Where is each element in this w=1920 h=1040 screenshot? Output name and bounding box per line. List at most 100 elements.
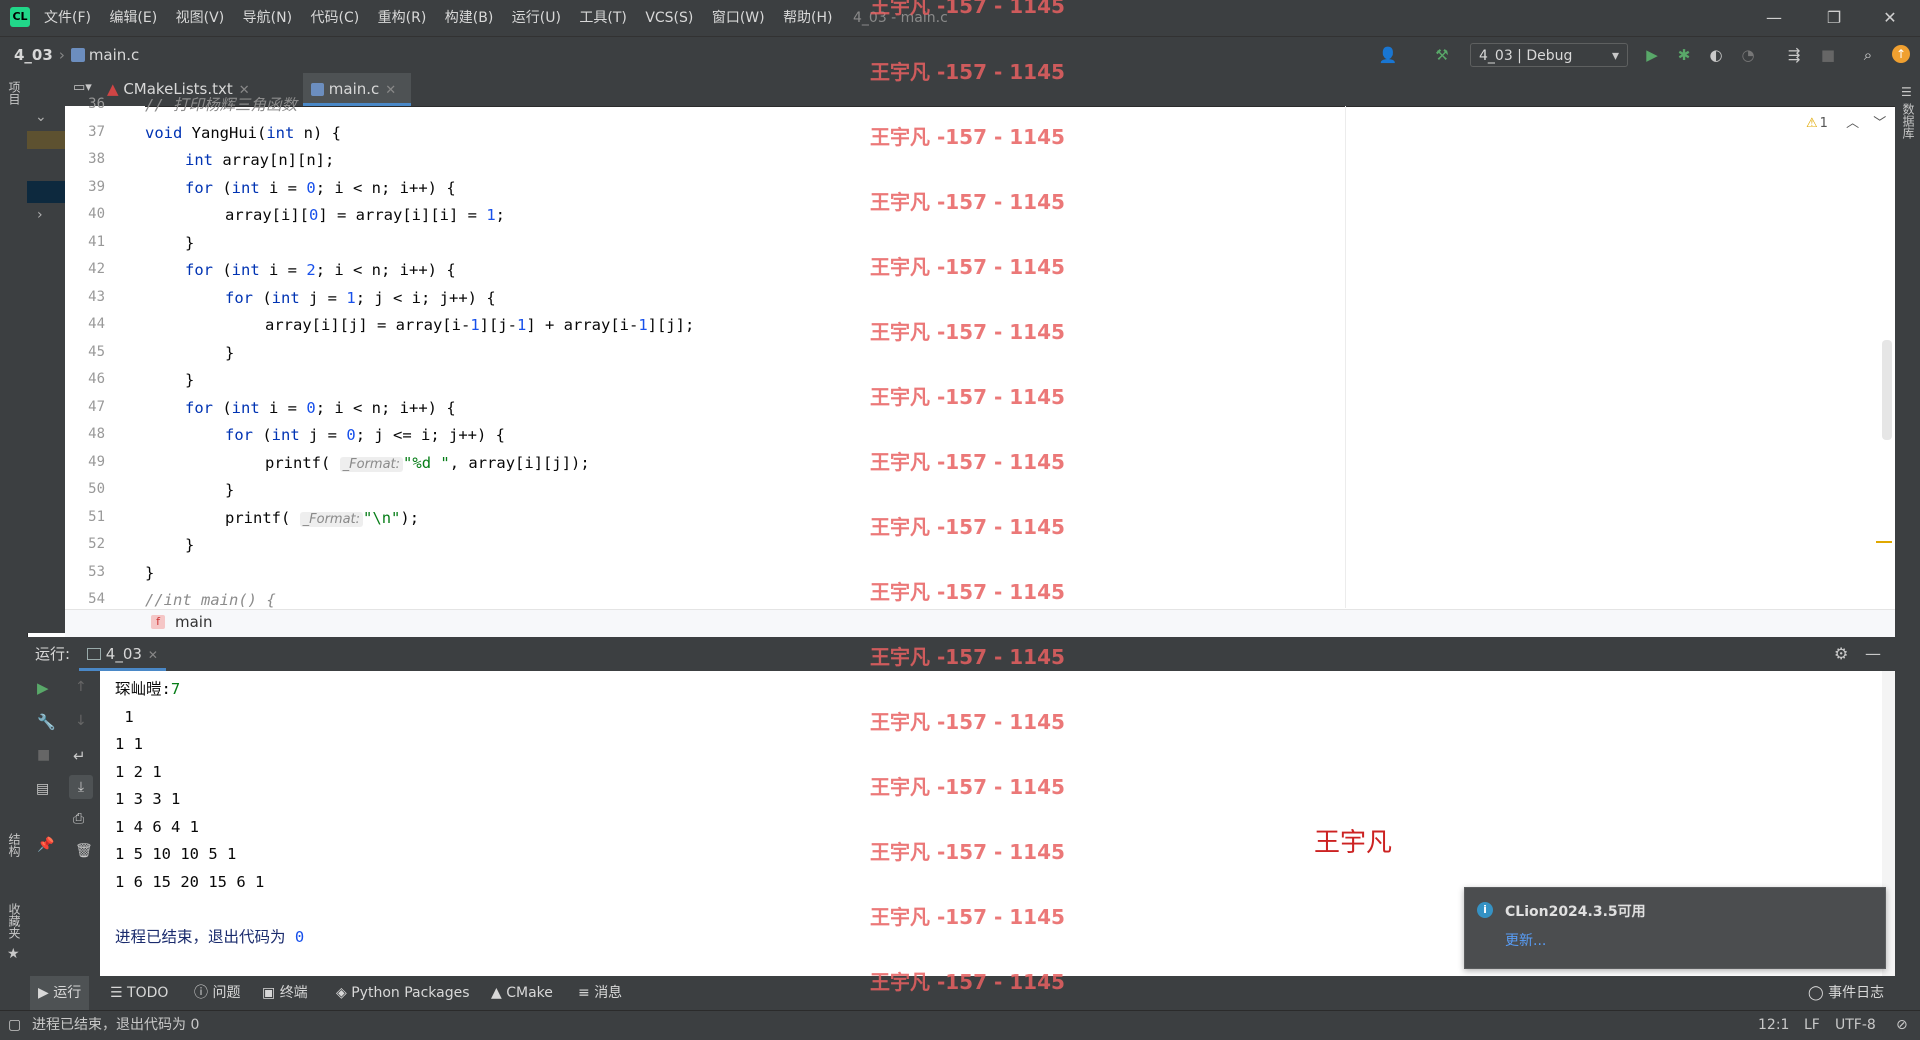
chevron-right-icon[interactable]: › bbox=[37, 207, 43, 223]
close-tab-icon[interactable]: ✕ bbox=[385, 83, 396, 98]
close-button[interactable]: ✕ bbox=[1860, 0, 1920, 36]
lock-icon[interactable]: ⊘ bbox=[1896, 1011, 1908, 1039]
problems-icon: ⓘ bbox=[194, 985, 208, 1001]
file-c-icon bbox=[70, 48, 85, 62]
tool-window-event-log[interactable]: ◯ 事件日志 bbox=[1808, 976, 1884, 1010]
update-icon[interactable]: ↑ bbox=[1892, 45, 1910, 63]
warning-icon: ⚠ bbox=[1806, 116, 1818, 131]
console-line: 1 1 bbox=[115, 735, 143, 753]
update-notification[interactable]: i CLion2024.3.5可用 更新... bbox=[1464, 887, 1886, 969]
menu-refactor[interactable]: 重构(R) bbox=[378, 0, 427, 36]
tool-window-terminal[interactable]: ▣ 终端 bbox=[262, 976, 308, 1010]
code-editor[interactable]: // 打印杨辉三角函数 void YangHui(int n) { int ar… bbox=[145, 96, 1345, 609]
caret-position[interactable]: 12:1 bbox=[1758, 1011, 1789, 1039]
tab-main-c[interactable]: main.c ✕ bbox=[303, 73, 411, 106]
status-panel-icon[interactable]: ▢ bbox=[8, 1011, 21, 1039]
cmake-triangle-icon: ▲ bbox=[491, 985, 502, 1001]
attach-icon[interactable]: ⇶ bbox=[1784, 45, 1804, 65]
coverage-icon[interactable]: ◐ bbox=[1706, 45, 1726, 65]
status-bar: ▢ 进程已结束，退出代码为 0 12:1 LF UTF-8 ⊘ bbox=[0, 1010, 1920, 1040]
debug-bug-icon[interactable]: ✱ bbox=[1674, 45, 1694, 65]
run-tab-4-03[interactable]: 4_03 ✕ bbox=[79, 637, 166, 671]
line-number: 45 bbox=[88, 344, 105, 360]
line-separator[interactable]: LF bbox=[1804, 1011, 1820, 1039]
chevron-up-icon[interactable]: ︿ bbox=[1846, 116, 1859, 131]
stop-icon[interactable]: ■ bbox=[37, 747, 50, 763]
stop-icon[interactable]: ■ bbox=[1818, 45, 1838, 65]
run-toolbar: ▶ ↑ 🔧 ↓ ■ ↵ ⤓ ▤ ⎙ 📌 🗑 bbox=[27, 671, 100, 976]
close-tab-icon[interactable]: ✕ bbox=[148, 648, 158, 662]
rerun-icon[interactable]: ▶ bbox=[37, 679, 49, 697]
menu-file[interactable]: 文件(F) bbox=[44, 0, 91, 36]
menu-window[interactable]: 窗口(W) bbox=[712, 0, 765, 36]
bookmarks-tool-label[interactable]: 收藏夹 bbox=[6, 903, 23, 939]
user-icon[interactable]: 👤 bbox=[1378, 45, 1398, 65]
project-tool-label[interactable]: 项目 bbox=[6, 81, 23, 105]
watermark-text: 王宇凡 -157 - 1145 bbox=[870, 385, 1065, 409]
menu-tools[interactable]: 工具(T) bbox=[579, 0, 626, 36]
profiler-icon[interactable]: ◔ bbox=[1738, 45, 1758, 65]
pin-icon[interactable]: 📌 bbox=[37, 837, 54, 853]
restore-button[interactable]: ❐ bbox=[1804, 0, 1864, 36]
play-icon: ▶ bbox=[38, 985, 49, 1001]
project-row-highlight[interactable] bbox=[27, 131, 65, 149]
print-icon[interactable]: ⎙ bbox=[73, 811, 84, 827]
menu-code[interactable]: 代码(C) bbox=[311, 0, 360, 36]
database-tool-label[interactable]: 数据库 bbox=[1900, 103, 1917, 139]
structure-tool-label[interactable]: 结构 bbox=[6, 833, 23, 857]
tool-window-todo[interactable]: ☰ TODO bbox=[110, 976, 168, 1010]
menu-vcs[interactable]: VCS(S) bbox=[645, 0, 693, 36]
wrench-icon[interactable]: 🔧 bbox=[37, 713, 56, 731]
gear-icon[interactable]: ⚙ bbox=[1834, 637, 1848, 671]
menu-edit[interactable]: 编辑(E) bbox=[109, 0, 157, 36]
console-line: 琛屾暟:7 bbox=[115, 680, 181, 698]
warning-stripe-marker[interactable] bbox=[1876, 541, 1892, 543]
arrow-down-icon[interactable]: ↓ bbox=[75, 713, 87, 729]
update-link[interactable]: 更新... bbox=[1505, 930, 1546, 950]
watermark-text: 王宇凡 -157 - 1145 bbox=[870, 905, 1065, 929]
breadcrumb-project[interactable]: 4_03 bbox=[14, 46, 53, 64]
event-log-icon: ◯ bbox=[1808, 985, 1824, 1001]
layout-icon[interactable]: ▤ bbox=[36, 781, 49, 797]
run-play-icon[interactable]: ▶ bbox=[1642, 45, 1662, 65]
list-icon: ☰ bbox=[110, 985, 123, 1001]
project-row-selected[interactable] bbox=[27, 181, 65, 203]
file-encoding[interactable]: UTF-8 bbox=[1835, 1011, 1876, 1039]
soft-wrap-icon[interactable]: ↵ bbox=[73, 747, 86, 765]
console-line: 1 4 6 4 1 bbox=[115, 818, 199, 836]
watermark-text: 王宇凡 -157 - 1145 bbox=[870, 775, 1065, 799]
tool-window-messages[interactable]: ≡ 消息 bbox=[578, 976, 622, 1010]
watermark-text: 王宇凡 -157 - 1145 bbox=[870, 970, 1065, 994]
file-c-icon bbox=[311, 83, 324, 96]
arrow-up-icon[interactable]: ↑ bbox=[75, 679, 87, 695]
line-number: 37 bbox=[88, 124, 105, 140]
tool-window-cmake[interactable]: ▲ CMake bbox=[491, 976, 553, 1010]
code-line-51: printf( _Format: "\n"); bbox=[225, 509, 420, 527]
menu-build[interactable]: 构建(B) bbox=[445, 0, 494, 36]
watermark-text: 王宇凡 -157 - 1145 bbox=[870, 450, 1065, 474]
editor-scrollbar[interactable] bbox=[1882, 340, 1892, 440]
breadcrumb-file[interactable]: main.c bbox=[89, 46, 140, 64]
chevron-down-icon[interactable]: ﹀ bbox=[1873, 116, 1886, 131]
tool-window-problems[interactable]: ⓘ 问题 bbox=[194, 976, 240, 1010]
menu-run[interactable]: 运行(U) bbox=[512, 0, 561, 36]
scroll-to-end-icon[interactable]: ⤓ bbox=[69, 775, 93, 799]
menu-view[interactable]: 视图(V) bbox=[176, 0, 225, 36]
tool-window-python-packages[interactable]: ◈ Python Packages bbox=[336, 976, 470, 1010]
trash-icon[interactable]: 🗑 bbox=[75, 843, 93, 859]
menu-navigate[interactable]: 导航(N) bbox=[243, 0, 292, 36]
build-hammer-icon[interactable]: ⚒ bbox=[1432, 45, 1452, 65]
line-number: 40 bbox=[88, 206, 105, 222]
breadcrumb-function[interactable]: main bbox=[175, 613, 212, 631]
search-icon[interactable]: ⌕ bbox=[1858, 45, 1878, 65]
run-configuration-select[interactable]: 4_03 | Debug ▾ bbox=[1470, 43, 1628, 67]
inspection-widget[interactable]: ⚠ 1 ︿ ﹀ bbox=[1806, 112, 1886, 131]
hide-panel-icon[interactable]: — bbox=[1865, 637, 1881, 671]
watermark-text: 王宇凡 -157 - 1145 bbox=[870, 710, 1065, 734]
minimize-button[interactable]: — bbox=[1744, 0, 1804, 36]
project-panel-collapsed: ⌄ › bbox=[27, 73, 65, 633]
code-line-45: } bbox=[225, 344, 235, 362]
menu-help[interactable]: 帮助(H) bbox=[783, 0, 832, 36]
tool-window-run[interactable]: ▶ 运行 bbox=[30, 976, 90, 1010]
chevron-down-icon[interactable]: ⌄ bbox=[35, 109, 47, 125]
